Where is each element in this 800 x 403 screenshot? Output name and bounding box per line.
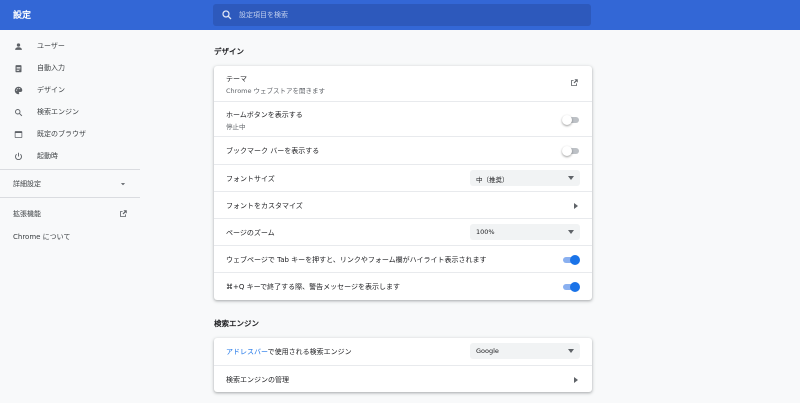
sidebar-item-people[interactable]: ユーザー: [0, 36, 140, 56]
tab-highlight-row[interactable]: ウェブページで Tab キーを押すと、リンクやフォーム欄がハイライト表示されます: [214, 245, 592, 272]
power-icon: [15, 152, 22, 160]
search-engine-row: アドレスバーで使用される検索エンジン Google: [214, 338, 592, 365]
theme-row[interactable]: テーマ Chrome ウェブストアを開きます: [214, 66, 592, 101]
palette-icon: [14, 86, 23, 94]
sidebar-item-label: 検索エンジン: [37, 108, 79, 116]
sidebar-item-design[interactable]: デザイン: [0, 80, 140, 100]
open-external-icon: [120, 210, 127, 217]
home-button-label: ホームボタンを表示する: [226, 111, 303, 119]
sidebar-item-label: 詳細設定: [13, 180, 41, 188]
home-button-sublabel: 停止中: [226, 123, 246, 131]
search-box[interactable]: [213, 4, 591, 26]
sidebar-item-default-browser[interactable]: 既定のブラウザ: [0, 124, 140, 144]
section-title-design: デザイン: [214, 47, 244, 56]
customize-fonts-label: フォントをカスタマイズ: [226, 202, 303, 210]
font-size-label: フォントサイズ: [226, 175, 275, 183]
sidebar-item-label: 起動時: [37, 152, 58, 160]
search-icon: [222, 10, 232, 20]
search-input[interactable]: [239, 4, 579, 26]
clipboard-icon: [15, 64, 22, 72]
chevron-right-icon: [574, 203, 578, 209]
sidebar-divider: [0, 197, 140, 198]
page-zoom-label: ページのズーム: [226, 229, 275, 237]
customize-fonts-row[interactable]: フォントをカスタマイズ: [214, 191, 592, 218]
sidebar-item-label: デザイン: [37, 86, 65, 94]
search-engine-value: Google: [476, 347, 499, 355]
design-card: テーマ Chrome ウェブストアを開きます ホームボタンを表示する 停止中 ブ…: [214, 66, 592, 300]
sidebar-item-label: 拡張機能: [13, 210, 41, 218]
sidebar: ユーザー 自動入力 デザイン 検索エンジン 既定のブラウザ 起動時 詳細設定 拡…: [0, 30, 140, 403]
person-icon: [15, 42, 22, 50]
bookmark-bar-toggle[interactable]: [562, 146, 580, 156]
font-size-select[interactable]: 中（推奨）: [470, 170, 580, 186]
open-external-icon[interactable]: [569, 78, 579, 88]
page-zoom-select[interactable]: 100%: [470, 224, 580, 240]
home-button-toggle[interactable]: [562, 115, 580, 125]
tab-highlight-label: ウェブページで Tab キーを押すと、リンクやフォーム欄がハイライト表示されます: [226, 256, 487, 264]
sidebar-item-label: Chrome について: [13, 233, 71, 241]
font-size-value: 中（推奨）: [476, 176, 509, 184]
search-engine-label-text: で使用される検索エンジン: [267, 348, 352, 356]
search-engine-select[interactable]: Google: [470, 343, 580, 359]
theme-label: テーマ: [226, 75, 247, 83]
bookmark-bar-row[interactable]: ブックマーク バーを表示する: [214, 136, 592, 164]
quit-warning-label: ⌘+Q キーで終了する際、警告メッセージを表示します: [226, 283, 401, 291]
sidebar-divider: [0, 169, 140, 170]
home-button-row[interactable]: ホームボタンを表示する 停止中: [214, 101, 592, 136]
page-zoom-row: ページのズーム 100%: [214, 218, 592, 245]
manage-search-engines-label: 検索エンジンの管理: [226, 376, 289, 384]
header-bar: 設定: [0, 0, 800, 30]
sidebar-item-about[interactable]: Chrome について: [0, 227, 140, 247]
theme-sublabel: Chrome ウェブストアを開きます: [226, 87, 326, 95]
address-bar-link[interactable]: アドレスバー: [226, 348, 268, 356]
tab-highlight-toggle[interactable]: [562, 255, 580, 265]
sidebar-item-on-startup[interactable]: 起動時: [0, 146, 140, 166]
bookmark-bar-label: ブックマーク バーを表示する: [226, 147, 320, 155]
quit-warning-row[interactable]: ⌘+Q キーで終了する際、警告メッセージを表示します: [214, 272, 592, 300]
page-zoom-value: 100%: [476, 228, 495, 236]
sidebar-item-advanced[interactable]: 詳細設定: [0, 174, 140, 194]
sidebar-item-search-engine[interactable]: 検索エンジン: [0, 102, 140, 122]
sidebar-item-extensions[interactable]: 拡張機能: [0, 204, 140, 224]
caret-down-icon: [568, 230, 574, 234]
search-engine-label: アドレスバーで使用される検索エンジン: [226, 347, 352, 357]
page-title: 設定: [13, 11, 32, 21]
chevron-down-icon: [120, 183, 126, 186]
quit-warning-toggle[interactable]: [562, 282, 580, 292]
browser-window-icon: [14, 130, 23, 138]
search-engine-card: アドレスバーで使用される検索エンジン Google 検索エンジンの管理: [214, 338, 592, 392]
sidebar-item-label: ユーザー: [37, 42, 65, 50]
search-icon: [15, 108, 23, 116]
font-size-row: フォントサイズ 中（推奨）: [214, 164, 592, 191]
sidebar-item-label: 既定のブラウザ: [37, 130, 86, 138]
chevron-right-icon: [574, 377, 578, 383]
caret-down-icon: [568, 176, 574, 180]
manage-search-engines-row[interactable]: 検索エンジンの管理: [214, 365, 592, 392]
section-title-search-engine: 検索エンジン: [214, 319, 259, 328]
sidebar-item-label: 自動入力: [37, 64, 65, 72]
sidebar-item-autofill[interactable]: 自動入力: [0, 58, 140, 78]
caret-down-icon: [568, 349, 574, 353]
